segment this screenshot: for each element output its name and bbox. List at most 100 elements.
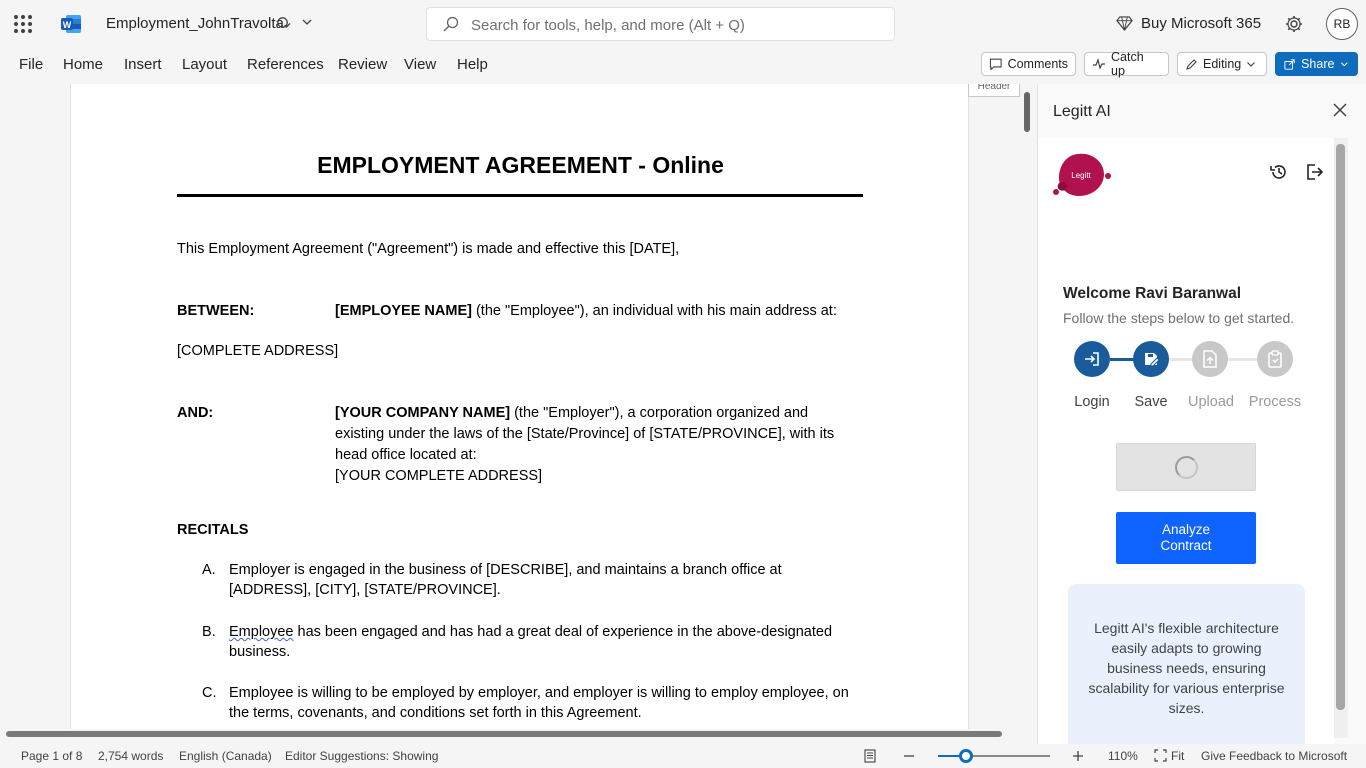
- recitals-heading[interactable]: RECITALS: [177, 520, 248, 541]
- company-line-1[interactable]: [YOUR COMPANY NAME] (the "Employer"), a …: [335, 403, 808, 424]
- menu-review[interactable]: Review: [338, 56, 387, 73]
- intro-paragraph[interactable]: This Employment Agreement ("Agreement") …: [177, 239, 679, 260]
- language-status[interactable]: English (Canada): [179, 749, 272, 763]
- buy-label: Buy Microsoft 365: [1141, 15, 1262, 32]
- doc-status-icons[interactable]: [276, 15, 313, 31]
- comment-icon: [989, 58, 1002, 71]
- and-label[interactable]: AND:: [177, 403, 213, 424]
- recital-c-line-1[interactable]: Employee is willing to be employed by em…: [229, 683, 849, 704]
- legitt-ai-pane: Legitt AI Legitt Welcome Ravi Baranwal F…: [1037, 84, 1366, 751]
- menu-file[interactable]: File: [19, 56, 43, 73]
- catch-up-label: Catch up: [1111, 50, 1144, 78]
- loading-spinner-icon: [1175, 456, 1198, 479]
- word-count[interactable]: 2,754 words: [98, 749, 163, 763]
- clipboard-icon: [1268, 350, 1282, 368]
- pencil-icon: [1186, 58, 1197, 70]
- history-icon[interactable]: [1269, 162, 1289, 182]
- recital-marker: B.: [202, 624, 216, 640]
- page-count[interactable]: Page 1 of 8: [21, 749, 82, 763]
- employee-rest: (the "Employee"), an individual with his…: [471, 303, 837, 319]
- share-icon: [1284, 58, 1295, 70]
- logout-icon[interactable]: [1304, 162, 1324, 182]
- recital-c-line-2[interactable]: the terms, covenants, and conditions set…: [229, 703, 642, 724]
- analyze-contract-button[interactable]: Analyze Contract: [1116, 512, 1256, 564]
- recital-b-line-1[interactable]: Employee has been engaged and has had a …: [229, 622, 832, 643]
- company-rest-1: (the "Employer"), a corporation organize…: [510, 405, 809, 421]
- search-icon: [443, 16, 459, 32]
- spelling-flagged-word[interactable]: Employee: [229, 624, 293, 640]
- close-icon[interactable]: [1332, 102, 1348, 118]
- document-vertical-scrollbar[interactable]: [1024, 92, 1030, 132]
- step-save[interactable]: [1133, 341, 1169, 377]
- zoom-level[interactable]: 110%: [1108, 749, 1138, 763]
- step-login[interactable]: [1074, 341, 1110, 377]
- document-title[interactable]: Employment_JohnTravolta: [106, 15, 284, 32]
- header-tab[interactable]: Header: [968, 84, 1020, 97]
- pane-scrollbar-thumb[interactable]: [1336, 144, 1345, 710]
- document-page[interactable]: EMPLOYMENT AGREEMENT - Online This Emplo…: [70, 84, 969, 729]
- buy-microsoft-365-button[interactable]: Buy Microsoft 365: [1116, 15, 1261, 32]
- follow-steps-text: Follow the steps below to get started.: [1063, 310, 1295, 326]
- loading-button[interactable]: [1116, 443, 1256, 491]
- complete-address[interactable]: [COMPLETE ADDRESS]: [177, 341, 338, 362]
- reading-view-icon[interactable]: [863, 749, 877, 763]
- word-logo-icon: W: [61, 15, 81, 33]
- pane-title: Legitt AI: [1053, 103, 1111, 120]
- recital-a-line-2[interactable]: [ADDRESS], [CITY], [STATE/PROVINCE].: [229, 580, 501, 601]
- recital-a-line-1[interactable]: Employer is engaged in the business of […: [229, 560, 782, 581]
- menu-insert[interactable]: Insert: [124, 56, 162, 73]
- info-card: Legitt AI's flexible architecture easily…: [1068, 584, 1305, 751]
- step-connector: [1169, 358, 1193, 361]
- menu-layout[interactable]: Layout: [182, 56, 227, 73]
- chevron-down-icon: [302, 19, 312, 25]
- menu-view[interactable]: View: [404, 56, 436, 73]
- upload-file-icon: [1203, 350, 1217, 368]
- document-heading[interactable]: EMPLOYMENT AGREEMENT - Online: [71, 152, 968, 179]
- menu-bar: File Home Insert Layout References Revie…: [0, 48, 1366, 84]
- catch-up-button[interactable]: Catch up: [1084, 50, 1169, 78]
- welcome-heading: Welcome Ravi Baranwal: [1063, 285, 1242, 302]
- company-line-3[interactable]: head office located at:: [335, 445, 477, 466]
- login-icon: [1085, 352, 1099, 366]
- document-horizontal-scrollbar[interactable]: [6, 731, 1002, 737]
- step-label-upload: Upload: [1188, 394, 1234, 410]
- settings-gear-icon[interactable]: [1284, 14, 1304, 34]
- step-process[interactable]: [1257, 341, 1293, 377]
- chevron-down-icon: [1341, 62, 1349, 67]
- feedback-link[interactable]: Give Feedback to Microsoft: [1201, 749, 1347, 763]
- zoom-slider-thumb[interactable]: [959, 749, 973, 763]
- heading-rule: [177, 194, 863, 197]
- pulse-icon: [1093, 58, 1105, 70]
- employee-line[interactable]: [EMPLOYEE NAME] (the "Employee"), an ind…: [335, 301, 837, 322]
- save-icon: [1145, 353, 1160, 367]
- company-line-2[interactable]: existing under the laws of the [State/Pr…: [335, 424, 834, 445]
- share-button[interactable]: Share: [1275, 52, 1358, 76]
- zoom-out-icon[interactable]: [902, 749, 916, 763]
- analyze-label: Analyze Contract: [1160, 522, 1212, 553]
- title-bar: W Employment_JohnTravolta Buy Microsoft …: [0, 0, 1366, 48]
- share-label: Share: [1301, 57, 1335, 71]
- comments-button[interactable]: Comments: [981, 52, 1076, 76]
- editor-suggestions-status[interactable]: Editor Suggestions: Showing: [285, 749, 438, 763]
- logo-text: Legitt: [1071, 171, 1091, 180]
- recital-b-line-2[interactable]: business.: [229, 642, 290, 663]
- menu-home[interactable]: Home: [63, 56, 103, 73]
- zoom-in-icon[interactable]: [1071, 749, 1085, 763]
- menu-references[interactable]: References: [247, 56, 324, 73]
- company-address[interactable]: [YOUR COMPLETE ADDRESS]: [335, 466, 542, 487]
- search-box[interactable]: [426, 7, 895, 41]
- pane-content: Legitt Welcome Ravi Baranwal Follow the …: [1038, 138, 1334, 751]
- status-bar: Page 1 of 8 2,754 words English (Canada)…: [0, 744, 1366, 768]
- user-avatar[interactable]: RB: [1326, 8, 1358, 40]
- document-canvas[interactable]: EMPLOYMENT AGREEMENT - Online This Emplo…: [0, 84, 1036, 744]
- employee-name: [EMPLOYEE NAME]: [335, 303, 472, 319]
- editing-mode-button[interactable]: Editing: [1177, 52, 1267, 76]
- fit-button[interactable]: Fit: [1171, 749, 1184, 763]
- step-upload[interactable]: [1192, 341, 1228, 377]
- step-connector: [1110, 358, 1134, 361]
- search-input[interactable]: [471, 15, 871, 35]
- company-name: [YOUR COMPANY NAME]: [335, 405, 511, 421]
- menu-help[interactable]: Help: [457, 56, 488, 73]
- app-launcher-icon[interactable]: [14, 15, 32, 33]
- between-label[interactable]: BETWEEN:: [177, 301, 254, 322]
